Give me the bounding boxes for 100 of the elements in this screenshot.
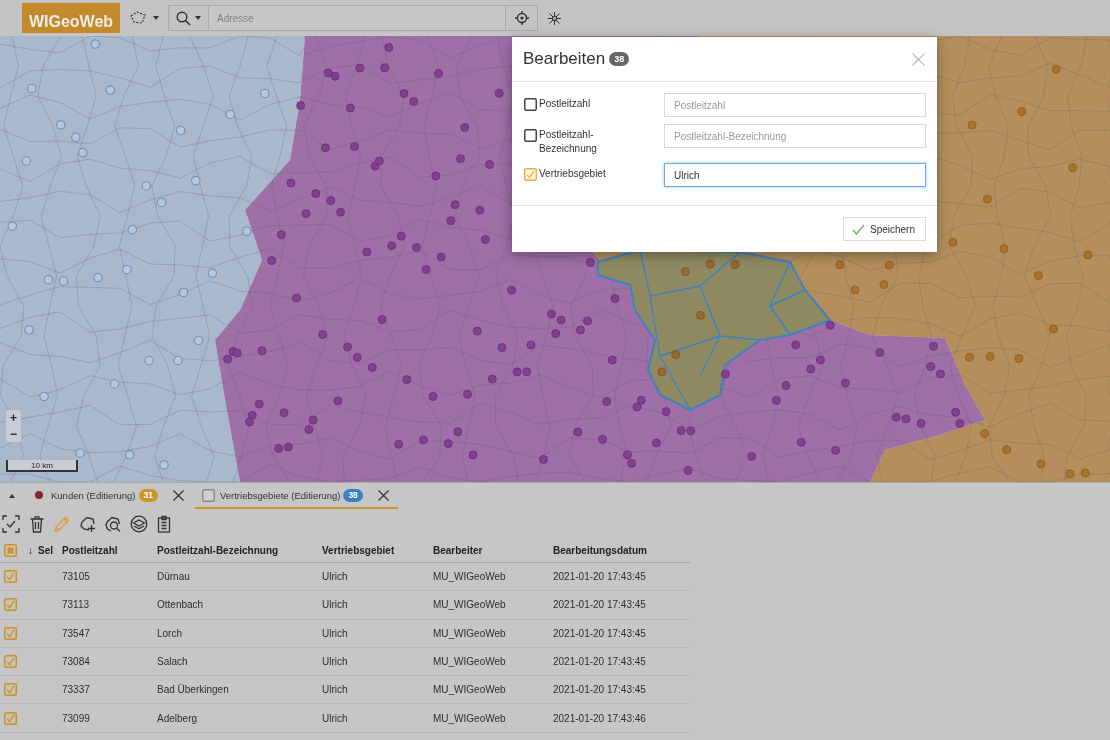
polygon-search-icon[interactable] xyxy=(104,515,122,533)
location-marker-icon xyxy=(901,414,911,424)
column-header[interactable]: Postleitzahl-Bezeichnung xyxy=(153,545,318,556)
location-marker-icon xyxy=(730,260,740,269)
location-marker-icon xyxy=(304,425,314,434)
location-marker-icon xyxy=(377,315,387,324)
location-marker-icon xyxy=(443,439,453,448)
location-marker-icon xyxy=(636,395,646,405)
close-icon[interactable] xyxy=(377,489,389,501)
select-frame-icon[interactable] xyxy=(2,515,20,533)
location-marker-icon xyxy=(965,353,974,362)
column-header[interactable]: Vertriebsgebiet xyxy=(318,545,429,556)
check-icon xyxy=(851,223,865,235)
location-marker-icon xyxy=(850,285,860,295)
location-marker-icon xyxy=(985,352,995,361)
caret-up-icon[interactable] xyxy=(9,494,15,498)
location-marker-icon xyxy=(547,309,556,319)
location-marker-icon xyxy=(602,397,612,406)
polygon-icon[interactable] xyxy=(129,10,147,26)
location-marker-icon xyxy=(453,427,463,437)
checkbox[interactable] xyxy=(4,544,17,557)
zoom-in-button[interactable]: + xyxy=(6,410,21,426)
table-cell-text: Dürnau xyxy=(156,571,191,583)
location-marker-icon xyxy=(494,88,504,98)
location-marker-icon xyxy=(686,426,696,436)
location-marker-icon xyxy=(1049,324,1058,334)
location-marker-icon xyxy=(318,330,328,339)
location-marker-icon xyxy=(257,346,267,356)
checkbox[interactable] xyxy=(524,129,537,142)
checkbox[interactable] xyxy=(524,168,537,181)
checkbox[interactable] xyxy=(4,570,17,584)
zoom-out-button[interactable]: − xyxy=(6,426,21,442)
location-marker-icon xyxy=(254,399,264,409)
location-marker-icon xyxy=(1065,469,1075,479)
crosshair-icon[interactable] xyxy=(514,11,529,25)
checkbox[interactable] xyxy=(201,488,215,502)
column-header[interactable]: ↓ Sel xyxy=(24,545,58,556)
location-marker-icon xyxy=(573,427,583,437)
search-icon[interactable] xyxy=(176,10,191,26)
location-marker-icon xyxy=(999,244,1009,254)
location-marker-icon xyxy=(551,329,561,338)
location-marker-icon xyxy=(1014,354,1024,363)
location-marker-icon xyxy=(141,181,152,191)
location-marker-icon xyxy=(1051,64,1061,74)
checkbox[interactable] xyxy=(4,598,17,612)
location-marker-icon xyxy=(352,353,362,362)
location-marker-icon xyxy=(127,224,138,235)
input-field[interactable]: Postleitzahl xyxy=(664,93,926,117)
location-marker-icon xyxy=(292,293,301,303)
location-marker-icon xyxy=(301,209,311,219)
location-marker-icon xyxy=(245,417,254,427)
column-header[interactable]: Postleitzahl xyxy=(58,545,153,556)
location-marker-icon xyxy=(333,396,343,406)
location-marker-icon xyxy=(122,264,132,275)
input-field[interactable]: Postleitzahl-Bezeichnung xyxy=(664,124,926,148)
close-icon[interactable] xyxy=(172,489,184,501)
location-marker-icon xyxy=(362,247,372,257)
location-marker-icon xyxy=(193,335,204,346)
location-marker-icon xyxy=(835,260,845,270)
save-button[interactable]: Speichern xyxy=(842,217,926,241)
layer-tab[interactable]: Kunden (Editierung) 31 xyxy=(28,483,193,509)
column-header[interactable]: Bearbeitungsdatum xyxy=(549,545,690,556)
polygon-plus-icon[interactable] xyxy=(78,515,97,533)
table-cell-text: Ulrich xyxy=(321,684,349,696)
location-marker-icon xyxy=(1036,459,1046,469)
checkbox[interactable] xyxy=(524,98,537,111)
checkbox[interactable] xyxy=(4,626,17,640)
clipboard-icon[interactable] xyxy=(155,515,173,533)
table-cell-text: Bad Überkingen xyxy=(156,684,230,696)
table-cell-text: Ulrich xyxy=(321,712,349,724)
location-marker-icon xyxy=(396,231,406,241)
table-cell-text: Ulrich xyxy=(321,627,349,639)
table-cell-text: 73337 xyxy=(61,684,91,696)
table-cell-text: 73105 xyxy=(61,571,91,583)
location-marker-icon xyxy=(796,437,806,447)
location-marker-icon xyxy=(627,458,636,468)
field-label: Vertriebsgebiet xyxy=(539,167,606,181)
layer-tab[interactable]: Vertriebsgebiete (Editierung) 38 xyxy=(194,483,398,509)
layers-icon[interactable] xyxy=(129,515,148,533)
location-marker-icon xyxy=(598,435,607,444)
network-icon[interactable] xyxy=(547,10,562,26)
search-bar[interactable]: Adresse xyxy=(168,5,538,31)
location-marker-icon xyxy=(671,350,681,359)
sort-indicator: ↓ xyxy=(28,545,33,556)
table-cell-text: 2021-01-20 17:43:45 xyxy=(552,684,647,696)
location-marker-icon xyxy=(277,230,286,240)
location-marker-icon xyxy=(247,410,257,420)
location-marker-icon xyxy=(468,450,478,460)
table-cell-text: Ulrich xyxy=(321,599,349,611)
checkbox[interactable] xyxy=(4,655,17,669)
location-marker-icon xyxy=(336,207,345,217)
count-badge: 31 xyxy=(138,488,158,502)
location-marker-icon xyxy=(781,381,791,390)
column-header[interactable]: Bearbeiter xyxy=(429,545,549,556)
input-field[interactable]: Ulrich xyxy=(664,163,926,187)
location-marker-icon xyxy=(522,367,532,377)
checkbox[interactable] xyxy=(4,683,17,697)
location-marker-icon xyxy=(657,367,667,377)
location-marker-icon xyxy=(446,216,456,226)
checkbox[interactable] xyxy=(4,711,17,725)
